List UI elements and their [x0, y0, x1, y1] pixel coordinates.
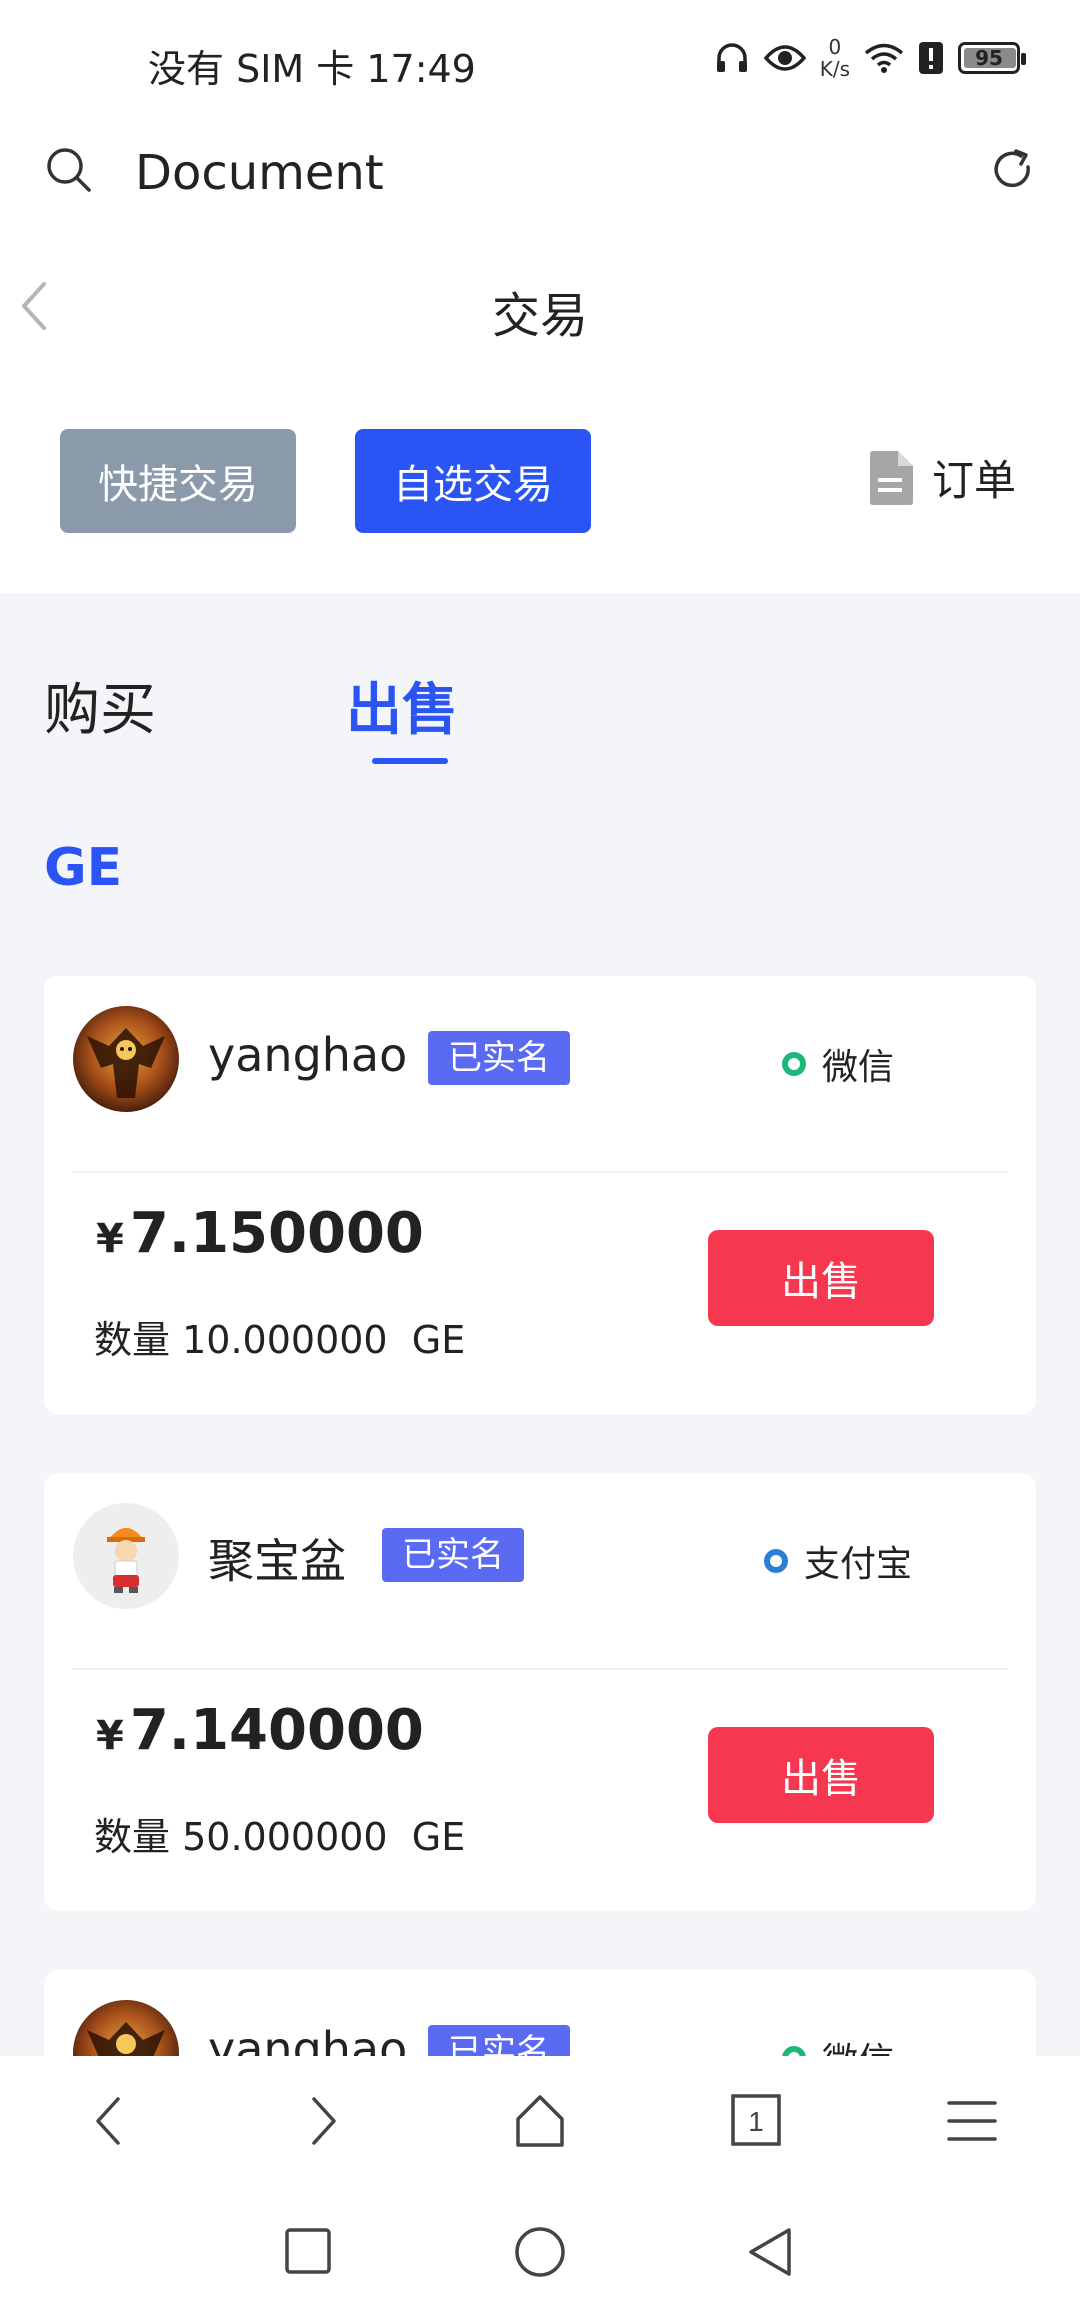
active-tab-indicator: [372, 758, 448, 764]
user-name: yanghao: [208, 2022, 408, 2056]
orders-link[interactable]: 订单: [868, 447, 1016, 508]
quantity: 数量 10.000000 GE: [94, 1309, 465, 1364]
carrier-time: 没有 SIM 卡 17:49: [148, 47, 476, 91]
divider: [73, 1668, 1007, 1670]
headphones-icon: [716, 43, 747, 72]
battery-icon: 95: [958, 42, 1026, 74]
alert-icon: [919, 42, 943, 74]
quantity-label: 数量: [94, 1318, 171, 1362]
buy-sell-tabs: 购买 出售: [0, 665, 1080, 765]
quantity-value: 10.000000: [182, 1318, 388, 1362]
browser-nav-bar: 1: [0, 2056, 1080, 2186]
forward-icon[interactable]: [216, 2056, 432, 2186]
price: ¥7.150000: [96, 1201, 424, 1266]
quantity: 数量 50.000000 GE: [94, 1806, 465, 1861]
listing-card: yanghao 已实名 微信: [44, 1970, 1036, 2056]
document-icon: [870, 450, 913, 505]
payment-method: 微信: [782, 2032, 894, 2056]
verified-badge: 已实名: [428, 2025, 570, 2056]
net-speed-unit: K/s: [819, 57, 850, 81]
browser-bar: Document: [0, 125, 1080, 225]
coin-label: GE: [44, 838, 123, 898]
price-value: 7.140000: [129, 1698, 424, 1763]
sell-button[interactable]: 出售: [708, 1230, 934, 1326]
recents-icon[interactable]: [285, 2228, 331, 2278]
verified-badge: 已实名: [382, 1528, 524, 1582]
user-name: 聚宝盆: [208, 1534, 346, 1588]
eye-icon: [763, 45, 806, 71]
payment-method: 微信: [782, 1038, 894, 1090]
verified-badge: 已实名: [428, 1031, 570, 1085]
menu-icon[interactable]: [864, 2056, 1080, 2186]
payment-label: 微信: [822, 2032, 894, 2056]
payment-label: 微信: [822, 1047, 895, 1088]
system-nav-bar: [0, 2186, 1080, 2310]
page-title: 交易: [491, 288, 588, 344]
tab-buy[interactable]: 购买: [44, 665, 156, 746]
quantity-unit: GE: [411, 1815, 466, 1859]
price-value: 7.150000: [129, 1201, 424, 1266]
listing-card: 聚宝盆 已实名 支付宝 ¥7.140000 数量 50.000000 GE 出售: [44, 1473, 1036, 1911]
payment-method: 支付宝: [764, 1535, 912, 1587]
refresh-icon[interactable]: [988, 145, 1038, 199]
avatar: [73, 1503, 179, 1609]
back-icon[interactable]: [0, 2056, 216, 2186]
page-url-title[interactable]: Document: [135, 145, 384, 201]
avatar: [73, 2000, 179, 2056]
net-speed-value: 0: [828, 35, 842, 59]
quantity-unit: GE: [411, 1318, 466, 1362]
status-bar: 没有 SIM 卡 17:49 0 K/s 95: [0, 0, 1080, 125]
home-icon[interactable]: [432, 2056, 648, 2186]
orders-label: 订单: [932, 456, 1017, 505]
wechat-dot-icon: [782, 2046, 806, 2056]
divider: [73, 1171, 1007, 1173]
system-home-icon[interactable]: [514, 2226, 566, 2282]
price: ¥7.140000: [96, 1698, 424, 1763]
search-icon[interactable]: [44, 145, 94, 199]
status-icons: 0 K/s 95: [714, 36, 1026, 80]
tab-sell[interactable]: 出售: [346, 665, 458, 746]
listing-card: yanghao 已实名 微信 ¥7.150000 数量 10.000000 GE…: [44, 976, 1036, 1414]
wechat-dot-icon: [782, 1052, 806, 1076]
page-header: 交易: [0, 250, 1080, 360]
custom-trade-button[interactable]: 自选交易: [355, 429, 591, 533]
system-back-icon[interactable]: [745, 2226, 793, 2282]
alipay-dot-icon: [764, 1549, 788, 1573]
payment-label: 支付宝: [804, 1544, 913, 1585]
currency-symbol: ¥: [96, 1216, 124, 1262]
trade-mode-bar: 快捷交易 自选交易 订单: [0, 405, 1080, 590]
quick-trade-button[interactable]: 快捷交易: [60, 429, 296, 533]
avatar: [73, 1006, 179, 1112]
net-speed: 0 K/s: [820, 36, 850, 80]
main-content: 购买 出售 GE yanghao 已实名 微信 ¥7.150000 数量 10.…: [0, 593, 1080, 2056]
quantity-label: 数量: [94, 1815, 171, 1859]
tab-count: 1: [748, 2106, 764, 2137]
quantity-value: 50.000000: [182, 1815, 388, 1859]
user-name: yanghao: [208, 1028, 408, 1082]
battery-level: 95: [975, 46, 1003, 70]
wifi-icon: [864, 43, 904, 73]
tabs-icon[interactable]: 1: [648, 2056, 864, 2186]
currency-symbol: ¥: [96, 1713, 124, 1759]
sell-button[interactable]: 出售: [708, 1727, 934, 1823]
